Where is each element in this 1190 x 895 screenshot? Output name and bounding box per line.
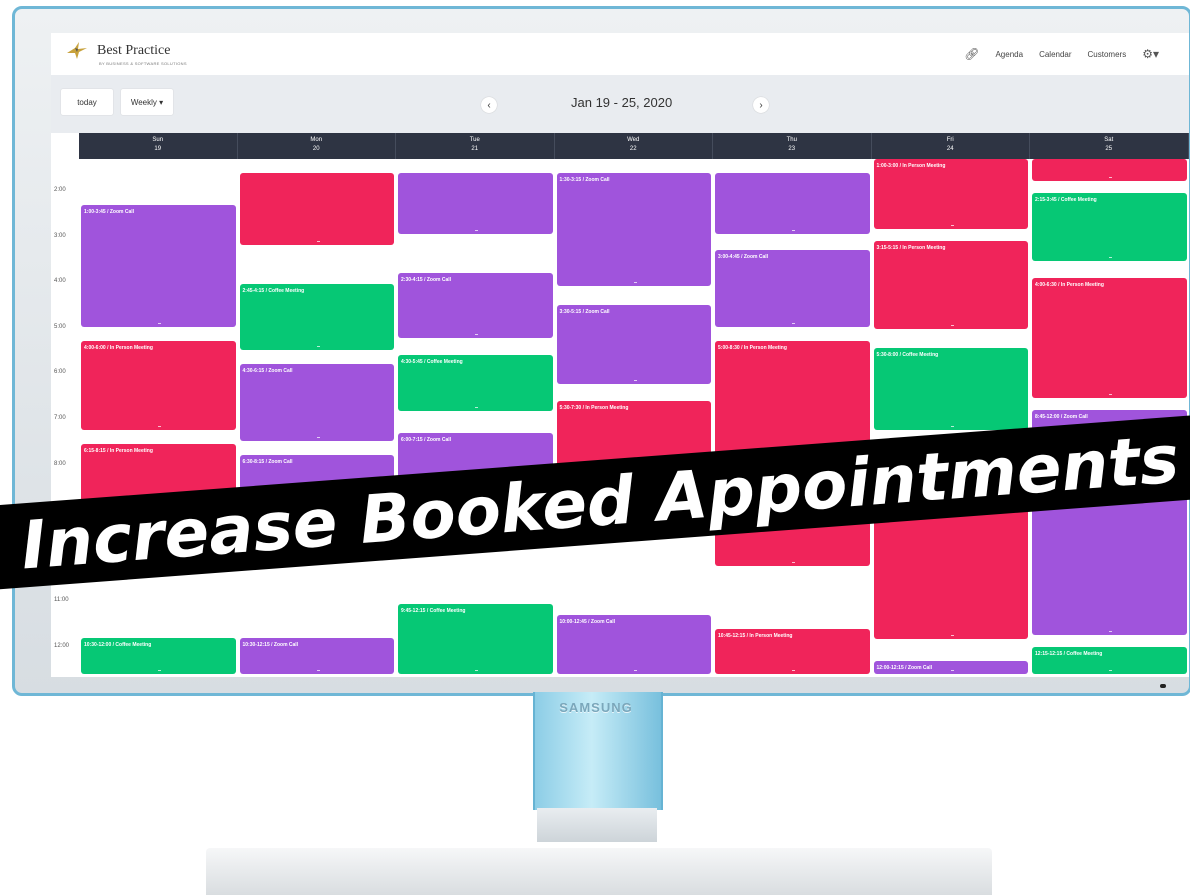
logo-subtext: BY BUSINESS & SOFTWARE SOLUTIONS [99, 61, 187, 66]
day-name: Mon [310, 137, 323, 143]
monitor-bezel: Best Practice BY BUSINESS & SOFTWARE SOL… [12, 6, 1190, 696]
hour-label: 12:00 [54, 643, 70, 649]
monitor-brand: SAMSUNG [559, 700, 633, 715]
day-date: 23 [788, 146, 796, 152]
hour-label: 6:00 [54, 369, 66, 376]
event-meeting[interactable]: 3:15-5:15 / In Person Meeting [873, 241, 1028, 330]
event-coffee[interactable]: 9:45-12:15 / Coffee Meeting [398, 603, 553, 674]
event-coffee[interactable]: 5:30-8:00 / Coffee Meeting [873, 348, 1028, 430]
event-zoom[interactable]: 1:00-3:45 / Zoom Call [81, 204, 236, 327]
link-icon[interactable]: 🔗︎ [964, 47, 979, 61]
event-meeting[interactable]: 1:00-3:00 / In Person Meeting [873, 159, 1028, 229]
gear-icon[interactable]: ⚙▾ [1142, 47, 1159, 61]
day-name: Sun [152, 137, 164, 143]
event-coffee[interactable]: 10:30-12:00 / Coffee Meeting [81, 637, 236, 674]
event-zoom[interactable]: 3:00-4:45 / Zoom Call [715, 250, 870, 327]
day-header-wed[interactable]: Wed 22 [554, 133, 713, 159]
day-date: 22 [629, 146, 637, 152]
event-meeting[interactable] [239, 172, 394, 245]
day-header-fri[interactable]: Fri 24 [871, 133, 1030, 159]
chevron-down-icon: ▾ [159, 97, 164, 107]
monitor-screen: Best Practice BY BUSINESS & SOFTWARE SOL… [51, 33, 1189, 677]
hummingbird-logo-icon [67, 42, 87, 59]
view-select-label: Weekly [130, 97, 157, 107]
day-date: 25 [1105, 146, 1113, 152]
event-zoom[interactable] [715, 172, 870, 234]
day-name: Sat [1104, 137, 1114, 143]
hour-label: 8:00 [54, 460, 66, 467]
monitor-stand-base [206, 848, 992, 895]
hour-label: 4:00 [54, 278, 66, 285]
day-name: Wed [627, 137, 640, 143]
hour-label: 3:00 [54, 232, 66, 239]
event-zoom[interactable]: 4:30-6:15 / Zoom Call [239, 364, 394, 441]
day-name: Thu [786, 137, 797, 143]
event-meeting[interactable]: 4:00-6:30 / In Person Meeting [1032, 277, 1187, 398]
event-zoom[interactable]: 10:30-12:15 / Zoom Call [239, 637, 394, 674]
event-coffee[interactable]: 4:30-5:45 / Coffee Meeting [398, 355, 553, 412]
time-gutter [51, 133, 79, 677]
day-header-tue[interactable]: Tue 21 [396, 133, 555, 159]
monitor-stand-joint [537, 808, 657, 842]
today-button[interactable]: today [61, 89, 113, 115]
event-meeting[interactable] [1032, 159, 1187, 182]
hour-label: 7:00 [54, 415, 66, 421]
day-date: 24 [946, 146, 954, 152]
calendar-toolbar: today Weekly ▾ ‹ Jan 19 - 25, 2020 › [51, 75, 1189, 133]
nav-customers[interactable]: Customers [1088, 50, 1127, 59]
app-header: Best Practice BY BUSINESS & SOFTWARE SOL… [51, 33, 1189, 75]
hour-label: 5:00 [54, 323, 66, 330]
nav-calendar[interactable]: Calendar [1039, 50, 1071, 59]
day-date: 20 [312, 146, 320, 152]
event-zoom[interactable]: 10:00-12:45 / Zoom Call [556, 615, 711, 674]
day-header-thu[interactable]: Thu 23 [713, 133, 872, 159]
event-coffee[interactable]: 2:15-3:45 / Coffee Meeting [1032, 193, 1187, 261]
event-zoom[interactable]: 12:00-12:15 / Zoom Call [873, 660, 1028, 674]
event-meeting[interactable]: 10:45-12:15 / In Person Meeting [715, 628, 870, 674]
day-header-sat[interactable]: Sat 25 [1030, 133, 1189, 159]
event-zoom[interactable]: 2:30-4:15 / Zoom Call [398, 273, 553, 339]
view-select[interactable]: Weekly ▾ [121, 89, 173, 115]
next-week-button[interactable]: › [753, 97, 769, 113]
nav-agenda[interactable]: Agenda [995, 50, 1023, 59]
event-zoom[interactable]: 3:30-5:15 / Zoom Call [556, 304, 711, 384]
day-date: 19 [154, 146, 162, 152]
logo-text[interactable]: Best Practice [97, 43, 170, 59]
top-nav: 🔗︎ Agenda Calendar Customers ⚙▾ [964, 47, 1159, 61]
power-light [1160, 684, 1166, 688]
event-zoom[interactable] [398, 172, 553, 234]
day-header-mon[interactable]: Mon 20 [237, 133, 396, 159]
event-meeting[interactable]: 4:00-6:00 / In Person Meeting [81, 341, 236, 430]
hour-label: 2:00 [54, 187, 66, 193]
day-name: Fri [946, 137, 954, 143]
date-range-title: Jan 19 - 25, 2020 [571, 95, 673, 110]
day-date: 21 [471, 146, 479, 152]
hour-label: 11:00 [54, 597, 69, 604]
prev-week-button[interactable]: ‹ [481, 97, 497, 113]
event-zoom[interactable]: 1:30-3:15 / Zoom Call [556, 172, 711, 286]
day-header-sun[interactable]: Sun 19 [79, 133, 238, 159]
event-coffee[interactable]: 12:15-12:15 / Coffee Meeting [1032, 646, 1187, 674]
event-coffee[interactable]: 2:45-4:15 / Coffee Meeting [239, 284, 394, 350]
day-name: Tue [469, 137, 480, 143]
